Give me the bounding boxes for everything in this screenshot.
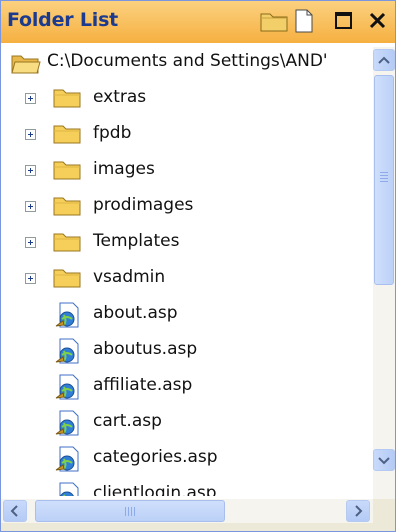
asp-file-icon [53, 336, 83, 370]
tree-folder-item[interactable]: images [1, 153, 371, 189]
new-page-icon[interactable] [293, 9, 315, 33]
folder-icon [53, 123, 83, 149]
asp-file-icon [53, 408, 83, 442]
tree-file-item[interactable]: about.asp [1, 297, 371, 333]
open-folder-icon [11, 55, 41, 74]
vertical-scroll-thumb[interactable] [374, 75, 394, 285]
tree-file-item[interactable]: affiliate.asp [1, 369, 371, 405]
tree-item-label: fpdb [93, 123, 132, 143]
tree-item-label: Templates [93, 231, 180, 251]
root-path-label: C:\Documents and Settings\AND' [47, 51, 328, 71]
tree-item-label: aboutus.asp [93, 339, 198, 359]
panel-title: Folder List [7, 9, 119, 31]
expand-icon[interactable] [25, 201, 36, 212]
tree-item-label: prodimages [93, 195, 194, 215]
chevron-up-icon [378, 56, 390, 64]
tree-item-label: extras [93, 87, 147, 107]
folder-icon [53, 159, 83, 185]
tree-file-item[interactable]: clientlogin.asp [1, 477, 371, 496]
tree-item-label: clientlogin.asp [93, 483, 217, 496]
expand-icon[interactable] [25, 129, 36, 140]
tree-item-label: cart.asp [93, 411, 162, 431]
tree-item-label: categories.asp [93, 447, 218, 467]
folder-tree: extras fpdb images prodimages Templates vsadm… [1, 81, 371, 496]
title-bar: Folder List [1, 1, 395, 43]
folder-list-panel: Folder List C:\Documents and Settings\AN… [0, 0, 396, 532]
asp-file-icon [53, 444, 83, 478]
expand-icon[interactable] [25, 237, 36, 248]
asp-file-icon [53, 300, 83, 334]
tree-file-item[interactable]: aboutus.asp [1, 333, 371, 369]
chevron-right-icon [355, 505, 363, 517]
folder-icon [53, 195, 83, 221]
scrollbar-corner [373, 499, 395, 523]
tree-item-label: affiliate.asp [93, 375, 193, 395]
vertical-scrollbar[interactable] [373, 47, 395, 499]
asp-file-icon [53, 372, 83, 406]
close-icon[interactable] [367, 9, 389, 33]
tree-file-item[interactable]: cart.asp [1, 405, 371, 441]
tree-folder-item[interactable]: fpdb [1, 117, 371, 153]
folder-icon [53, 87, 83, 113]
scroll-down-button[interactable] [373, 449, 395, 471]
bottom-strip [1, 523, 395, 531]
asp-file-icon [53, 480, 83, 496]
tree-item-label: images [93, 159, 155, 179]
tree-file-item[interactable]: categories.asp [1, 441, 371, 477]
folder-icon [53, 267, 83, 293]
scroll-right-button[interactable] [346, 500, 370, 522]
folder-icon [53, 231, 83, 257]
tree-item-label: about.asp [93, 303, 178, 323]
maximize-icon[interactable] [333, 9, 355, 33]
tree-folder-item[interactable]: vsadmin [1, 261, 371, 297]
new-folder-icon[interactable] [259, 9, 289, 33]
tree-item-label: vsadmin [93, 267, 166, 287]
expand-icon[interactable] [25, 93, 36, 104]
scroll-left-button[interactable] [3, 500, 27, 522]
tree-folder-item[interactable]: prodimages [1, 189, 371, 225]
scroll-up-button[interactable] [373, 49, 395, 71]
chevron-left-icon [10, 505, 18, 517]
expand-icon[interactable] [25, 273, 36, 284]
chevron-down-icon [378, 457, 390, 465]
tree-folder-item[interactable]: Templates [1, 225, 371, 261]
expand-icon[interactable] [25, 165, 36, 176]
tree-folder-item[interactable]: extras [1, 81, 371, 117]
root-folder-row[interactable]: C:\Documents and Settings\AND' [1, 45, 373, 81]
horizontal-scrollbar[interactable] [1, 499, 373, 523]
horizontal-scroll-thumb[interactable] [35, 500, 225, 522]
